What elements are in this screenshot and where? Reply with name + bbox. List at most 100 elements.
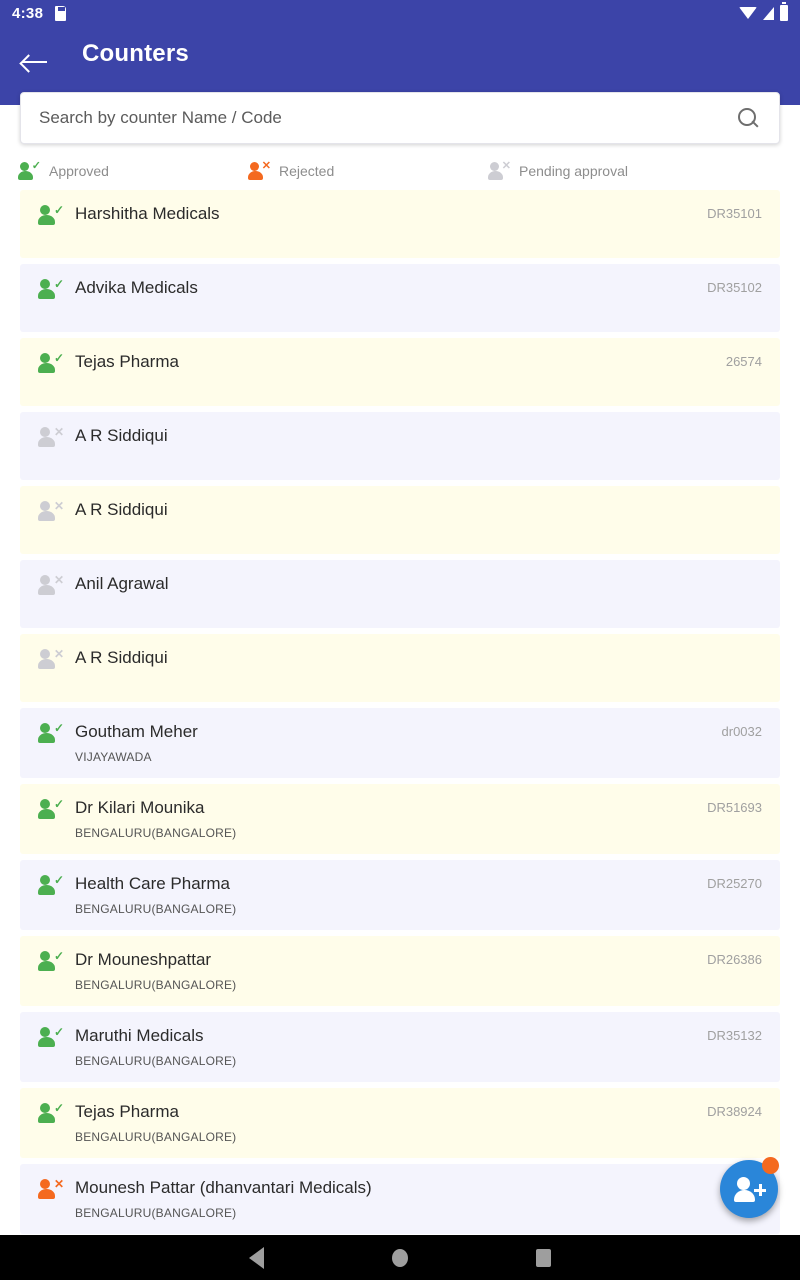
counter-row[interactable]: ✕ Anil Agrawal — [20, 560, 780, 628]
counter-texts: Tejas Pharma BENGALURU(BANGALORE) — [75, 1102, 695, 1144]
counter-code: dr0032 — [721, 724, 762, 739]
counter-name: A R Siddiqui — [75, 500, 168, 519]
counter-texts: Tejas Pharma — [75, 352, 714, 372]
search-input[interactable] — [39, 108, 735, 128]
sd-card-icon — [55, 5, 67, 21]
person-x-icon: ✕ — [38, 648, 64, 670]
x-mark: ✕ — [261, 160, 271, 172]
counter-city: VIJAYAWADA — [75, 750, 152, 764]
counter-row-content: ✕ A R Siddiqui — [38, 426, 762, 448]
circle-home-icon[interactable] — [392, 1248, 408, 1267]
counter-name: Goutham Meher — [75, 722, 198, 741]
person-check-icon: ✓ — [38, 1026, 64, 1048]
counter-row-content: ✕ A R Siddiqui — [38, 648, 762, 670]
check-mark: ✓ — [31, 160, 41, 172]
person-x-icon: ✕ — [38, 1178, 64, 1200]
counter-texts: Maruthi Medicals BENGALURU(BANGALORE) — [75, 1026, 695, 1068]
counter-name: Health Care Pharma — [75, 874, 230, 893]
counter-code: DR35132 — [707, 1028, 762, 1043]
person-check-icon: ✓ — [38, 722, 64, 744]
person-check-icon: ✓ — [38, 798, 64, 820]
legend-label-approved: Approved — [49, 163, 109, 179]
counter-row[interactable]: ✓ Tejas Pharma 26574 — [20, 338, 780, 406]
square-recents-icon[interactable] — [536, 1248, 551, 1267]
counter-row[interactable]: ✓ Advika Medicals DR35102 — [20, 264, 780, 332]
person-check-icon: ✓ — [38, 204, 64, 226]
person-x-icon: ✕ — [38, 426, 64, 448]
counter-texts: Dr Kilari Mounika BENGALURU(BANGALORE) — [75, 798, 695, 840]
status-time: 4:38 — [12, 4, 44, 22]
counter-code: DR35102 — [707, 280, 762, 295]
counter-row[interactable]: ✕ A R Siddiqui — [20, 486, 780, 554]
counter-name: A R Siddiqui — [75, 426, 168, 445]
person-check-icon: ✓ — [38, 950, 64, 972]
person-check-icon: ✓ — [38, 278, 64, 300]
legend-item-pending: ✕ Pending approval — [488, 161, 728, 181]
counter-code: DR25270 — [707, 876, 762, 891]
counter-name: Anil Agrawal — [75, 574, 169, 593]
counter-row[interactable]: ✓ Dr Kilari Mounika BENGALURU(BANGALORE) DR… — [20, 784, 780, 854]
counter-name: A R Siddiqui — [75, 648, 168, 667]
counter-row[interactable]: ✕ A R Siddiqui — [20, 634, 780, 702]
counter-row-content: ✓ Advika Medicals DR35102 — [38, 278, 762, 300]
status-bar: 4:38 — [0, 0, 800, 26]
counter-row-content: ✕ Anil Agrawal — [38, 574, 762, 596]
person-x-icon: ✕ — [248, 160, 271, 181]
counter-texts: Health Care Pharma BENGALURU(BANGALORE) — [75, 874, 695, 916]
counter-name: Tejas Pharma — [75, 352, 179, 371]
notification-badge-icon — [762, 1157, 779, 1174]
counter-code: DR35101 — [707, 206, 762, 221]
add-counter-fab[interactable] — [720, 1157, 779, 1218]
battery-icon — [780, 2, 788, 21]
counter-texts: A R Siddiqui — [75, 500, 750, 520]
status-legend: ✓ Approved ✕ Rejected ✕ Pending approval — [0, 157, 800, 185]
counter-row-content: ✓ Dr Mouneshpattar BENGALURU(BANGALORE) DR2… — [38, 950, 762, 992]
counter-row-content: ✕ A R Siddiqui — [38, 500, 762, 522]
x-mark: ✕ — [501, 160, 511, 172]
counter-city: BENGALURU(BANGALORE) — [75, 1206, 237, 1220]
counter-texts: Mounesh Pattar (dhanvantari Medicals) BEN… — [75, 1178, 750, 1220]
counter-code: DR38924 — [707, 1104, 762, 1119]
legend-item-approved: ✓ Approved — [18, 161, 248, 181]
wifi-icon — [739, 7, 757, 19]
counter-row[interactable]: ✓ Dr Mouneshpattar BENGALURU(BANGALORE) DR2… — [20, 936, 780, 1006]
page-title: Counters — [82, 40, 189, 67]
status-bar-right — [739, 2, 788, 21]
person-x-icon: ✕ — [38, 500, 64, 522]
person-check-icon: ✓ — [38, 352, 64, 374]
counter-name: Dr Kilari Mounika — [75, 798, 205, 817]
counter-row[interactable]: ✓ Goutham Meher VIJAYAWADA dr0032 — [20, 708, 780, 778]
legend-label-rejected: Rejected — [279, 163, 335, 179]
counter-code: 26574 — [725, 354, 762, 369]
counter-row[interactable]: ✓ Harshitha Medicals DR35101 — [20, 190, 780, 258]
triangle-back-icon[interactable] — [249, 1246, 264, 1269]
counter-texts: Harshitha Medicals — [75, 204, 695, 224]
android-navigation-bar — [0, 1235, 800, 1280]
counter-row[interactable]: ✕ A R Siddiqui — [20, 412, 780, 480]
signal-icon — [763, 6, 774, 20]
counter-texts: Dr Mouneshpattar BENGALURU(BANGALORE) — [75, 950, 695, 992]
counter-name: Mounesh Pattar (dhanvantari Medicals) — [75, 1178, 372, 1197]
counter-list[interactable]: ✓ Harshitha Medicals DR35101 ✓ Advika Medica… — [0, 190, 800, 1235]
counter-row-content: ✓ Tejas Pharma 26574 — [38, 352, 762, 374]
person-check-icon: ✓ — [38, 1102, 64, 1124]
counter-code: DR26386 — [707, 952, 762, 967]
counter-row[interactable]: ✓ Maruthi Medicals BENGALURU(BANGALORE) DR3… — [20, 1012, 780, 1082]
phone-screen: 4:38 Counters ✓ Approved — [0, 0, 800, 1280]
counter-city: BENGALURU(BANGALORE) — [75, 1130, 237, 1144]
legend-item-rejected: ✕ Rejected — [248, 161, 488, 181]
arrow-left-icon — [22, 53, 48, 71]
counter-row[interactable]: ✓ Health Care Pharma BENGALURU(BANGALORE) D… — [20, 860, 780, 930]
counter-row[interactable]: ✕ Mounesh Pattar (dhanvantari Medicals) BE… — [20, 1164, 780, 1234]
status-bar-left: 4:38 — [12, 4, 67, 22]
search-bar[interactable] — [20, 92, 780, 144]
counter-row-content: ✓ Harshitha Medicals DR35101 — [38, 204, 762, 226]
counter-name: Harshitha Medicals — [75, 204, 220, 223]
counter-name: Tejas Pharma — [75, 1102, 179, 1121]
counter-texts: A R Siddiqui — [75, 426, 750, 446]
counter-row[interactable]: ✓ Tejas Pharma BENGALURU(BANGALORE) DR38924 — [20, 1088, 780, 1158]
search-icon[interactable] — [735, 105, 761, 131]
counter-city: BENGALURU(BANGALORE) — [75, 902, 237, 916]
back-button[interactable] — [8, 40, 62, 84]
counter-row-content: ✓ Tejas Pharma BENGALURU(BANGALORE) DR38924 — [38, 1102, 762, 1144]
